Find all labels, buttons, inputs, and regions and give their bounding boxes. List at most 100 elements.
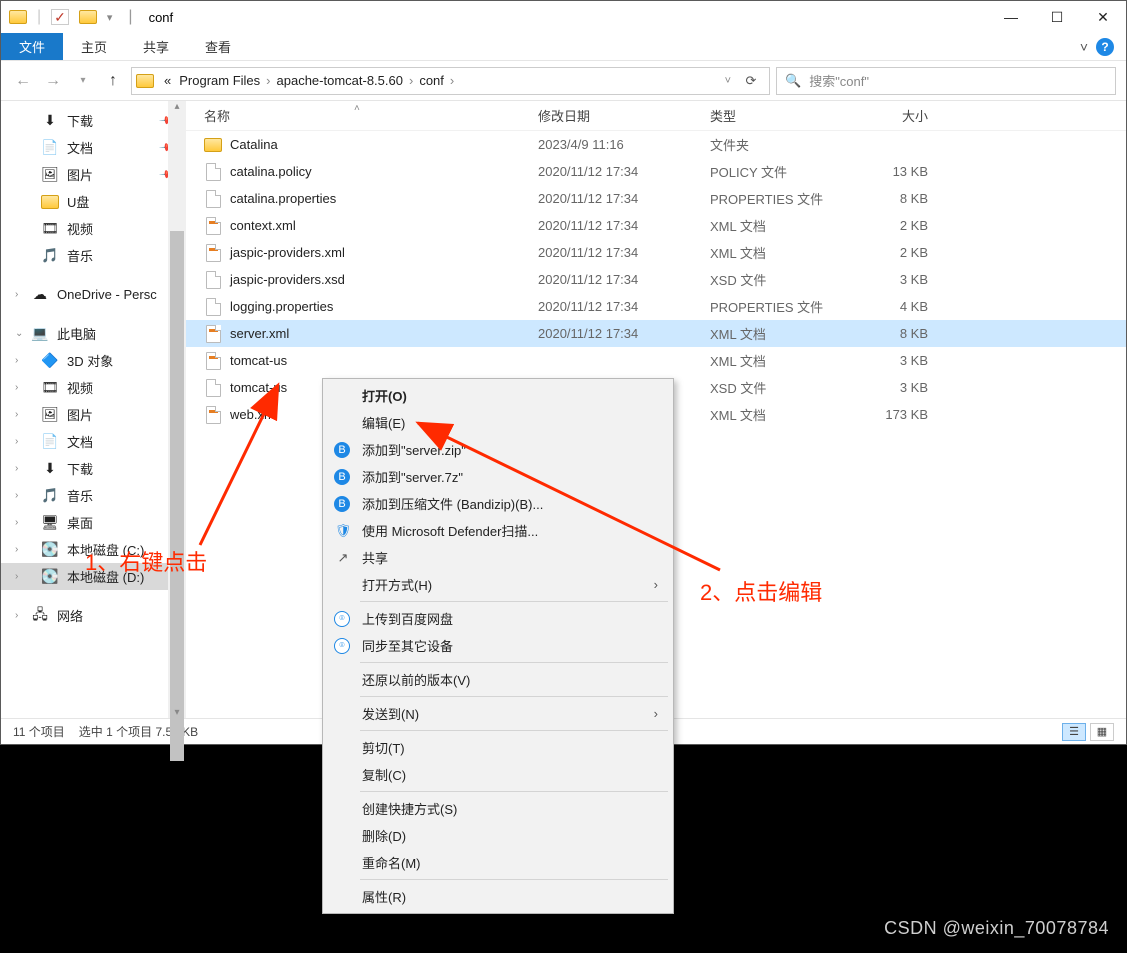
sidebar-item[interactable]: 🎵音乐 [1, 242, 185, 269]
refresh-button[interactable]: ⟳ [737, 73, 765, 89]
file-size: 8 KB [842, 191, 950, 206]
scroll-down-icon[interactable]: ▾ [168, 707, 186, 718]
file-row[interactable]: tomcat-usXML 文档3 KB [186, 347, 1126, 374]
xml-file-icon [206, 244, 221, 262]
sidebar-thispc[interactable]: ⌄💻此电脑 [1, 320, 185, 347]
sidebar-item[interactable]: ›💽本地磁盘 (C:) [1, 536, 185, 563]
tab-home[interactable]: 主页 [63, 33, 125, 60]
crumb[interactable]: conf [415, 73, 448, 88]
menu-separator [360, 791, 668, 792]
file-row[interactable]: Catalina2023/4/9 11:16文件夹 [186, 131, 1126, 158]
menu-item[interactable]: 编辑(E) [326, 409, 670, 436]
search-icon: 🔍 [785, 73, 801, 89]
menu-item[interactable]: 属性(R) [326, 883, 670, 910]
file-icon [206, 190, 221, 208]
tab-file[interactable]: 文件 [1, 33, 63, 60]
tab-view[interactable]: 查看 [187, 33, 249, 60]
col-date[interactable]: 修改日期 [538, 106, 710, 125]
sidebar-network[interactable]: ›🖧网络 [1, 602, 185, 629]
sidebar-item[interactable]: ⬇下载📌 [1, 107, 185, 134]
folder-icon [204, 138, 222, 152]
sidebar-item[interactable]: U盘 [1, 188, 185, 215]
recent-dropdown[interactable]: ▾ [71, 69, 95, 93]
file-row[interactable]: logging.properties2020/11/12 17:34PROPER… [186, 293, 1126, 320]
file-row[interactable]: server.xml2020/11/12 17:34XML 文档8 KB [186, 320, 1126, 347]
quick-access-toolbar: | ✓ ▾ | conf [1, 8, 181, 26]
scroll-up-icon[interactable]: ▴ [168, 101, 186, 112]
menu-item[interactable]: 创建快捷方式(S) [326, 795, 670, 822]
icons-view-button[interactable]: ▦ [1090, 723, 1114, 741]
forward-button[interactable]: → [41, 69, 65, 93]
menu-item[interactable]: 复制(C) [326, 761, 670, 788]
file-date: 2020/11/12 17:34 [538, 326, 710, 341]
history-dropdown-icon[interactable]: ˅ [719, 75, 737, 87]
menu-item[interactable]: ↗共享 [326, 544, 670, 571]
properties-icon[interactable]: ✓ [51, 9, 69, 25]
file-row[interactable]: catalina.properties2020/11/12 17:34PROPE… [186, 185, 1126, 212]
menu-item[interactable]: ⌾同步至其它设备 [326, 632, 670, 659]
crumb[interactable]: apache-tomcat-8.5.60 [273, 73, 407, 88]
file-size: 8 KB [842, 326, 950, 341]
col-size[interactable]: 大小 [842, 106, 950, 125]
sidebar-item[interactable]: ›⬇下载 [1, 455, 185, 482]
menu-item[interactable]: 打开(O) [326, 382, 670, 409]
sidebar-onedrive[interactable]: ›☁OneDrive - Persc [1, 281, 185, 308]
sidebar-item[interactable]: 📄文档📌 [1, 134, 185, 161]
minimize-button[interactable]: — [988, 1, 1034, 33]
maximize-button[interactable]: ☐ [1034, 1, 1080, 33]
scrollbar[interactable]: ▴ ▾ [168, 101, 186, 718]
menu-item[interactable]: 重命名(M) [326, 849, 670, 876]
back-button[interactable]: ← [11, 69, 35, 93]
sidebar-item[interactable]: ›🎞视频 [1, 374, 185, 401]
sidebar-item[interactable]: 🖼图片📌 [1, 161, 185, 188]
file-row[interactable]: jaspic-providers.xml2020/11/12 17:34XML … [186, 239, 1126, 266]
close-button[interactable]: ✕ [1080, 1, 1126, 33]
dropdown-icon[interactable]: ▾ [107, 11, 113, 24]
sidebar-item[interactable]: ›🎵音乐 [1, 482, 185, 509]
menu-item[interactable]: 剪切(T) [326, 734, 670, 761]
file-row[interactable]: jaspic-providers.xsd2020/11/12 17:34XSD … [186, 266, 1126, 293]
sidebar-item[interactable]: ›📄文档 [1, 428, 185, 455]
tab-share[interactable]: 共享 [125, 33, 187, 60]
file-size: 173 KB [842, 407, 950, 422]
menu-item[interactable]: 打开方式(H)› [326, 571, 670, 598]
up-button[interactable]: ↑ [101, 69, 125, 93]
menu-item[interactable]: 🛡使用 Microsoft Defender扫描... [326, 517, 670, 544]
sidebar-item[interactable]: ›🖼图片 [1, 401, 185, 428]
sidebar-item[interactable]: ›🖥桌面 [1, 509, 185, 536]
file-name: tomcat-us [230, 353, 287, 368]
details-view-button[interactable]: ☰ [1062, 723, 1086, 741]
file-name: catalina.policy [230, 164, 312, 179]
collapse-ribbon-icon[interactable]: ˅ [1080, 39, 1088, 55]
file-type: 文件夹 [710, 135, 842, 154]
chevron-right-icon: › [15, 490, 18, 501]
search-placeholder: 搜索"conf" [809, 71, 869, 90]
sidebar-item[interactable]: ›🔷3D 对象 [1, 347, 185, 374]
chevron-right-icon: › [264, 73, 272, 88]
window-controls: — ☐ ✕ [988, 1, 1126, 33]
window-title: conf [149, 10, 174, 25]
sidebar-item[interactable]: ›💽本地磁盘 (D:) [1, 563, 185, 590]
col-name[interactable]: 名称˄ [204, 106, 538, 125]
menu-item[interactable]: B添加到"server.7z" [326, 463, 670, 490]
bandizip-icon: B [334, 496, 350, 512]
scrollbar-thumb[interactable] [170, 231, 184, 761]
menu-item[interactable]: 还原以前的版本(V) [326, 666, 670, 693]
search-input[interactable]: 🔍 搜索"conf" [776, 67, 1116, 95]
crumb[interactable]: Program Files [175, 73, 264, 88]
docs-icon: 📄 [41, 434, 59, 450]
share-icon: ↗ [334, 549, 352, 567]
context-menu: 打开(O)编辑(E)B添加到"server.zip"B添加到"server.7z… [322, 378, 674, 914]
menu-item[interactable]: ⌾上传到百度网盘 [326, 605, 670, 632]
file-row[interactable]: catalina.policy2020/11/12 17:34POLICY 文件… [186, 158, 1126, 185]
breadcrumb-box[interactable]: « Program Files › apache-tomcat-8.5.60 ›… [131, 67, 770, 95]
menu-item[interactable]: 发送到(N)› [326, 700, 670, 727]
file-type: POLICY 文件 [710, 162, 842, 181]
file-row[interactable]: context.xml2020/11/12 17:34XML 文档2 KB [186, 212, 1126, 239]
col-type[interactable]: 类型 [710, 106, 842, 125]
menu-item[interactable]: B添加到压缩文件 (Bandizip)(B)... [326, 490, 670, 517]
sidebar-item[interactable]: 🎞视频 [1, 215, 185, 242]
help-icon[interactable]: ? [1096, 38, 1114, 56]
menu-item[interactable]: 删除(D) [326, 822, 670, 849]
menu-item[interactable]: B添加到"server.zip" [326, 436, 670, 463]
